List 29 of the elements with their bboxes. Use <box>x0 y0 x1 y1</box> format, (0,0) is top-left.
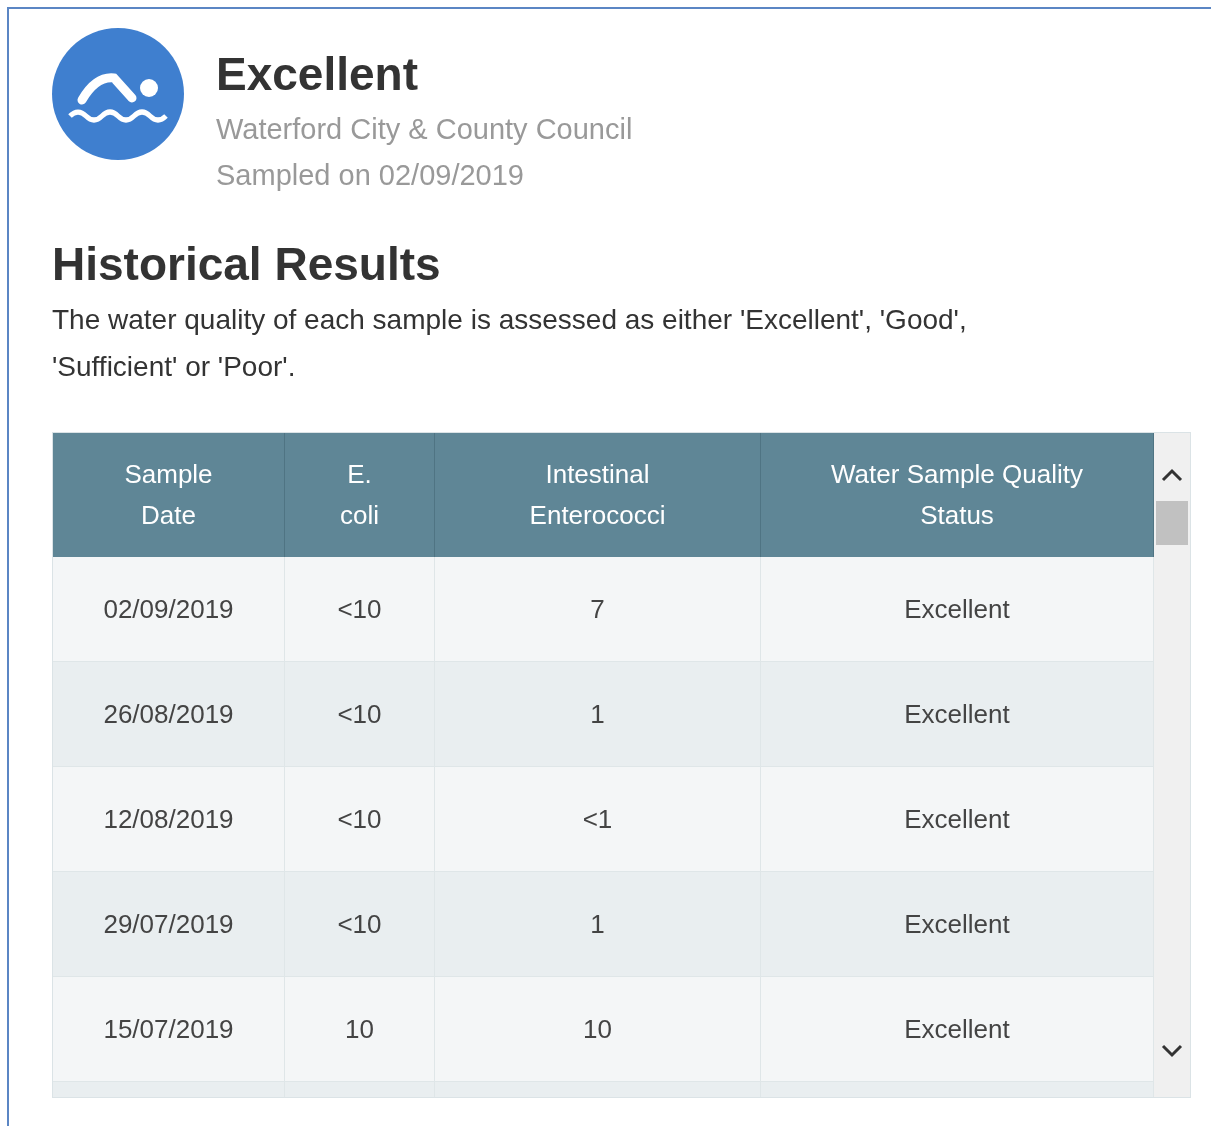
column-header: Intestinal Enterococci <box>528 458 667 532</box>
table-cell: <1 <box>435 767 761 871</box>
table-cell: 1 <box>435 872 761 976</box>
council-name: Waterford City & County Council <box>216 112 633 147</box>
column-header: E. coli <box>339 458 380 532</box>
column-header: Water Sample Quality Status <box>830 458 1084 532</box>
table-cell: <10 <box>285 662 435 766</box>
section-heading: Historical Results <box>52 237 441 292</box>
table-cell: 29/07/2019 <box>53 872 285 976</box>
table-cell: 12/08/2019 <box>53 767 285 871</box>
table-cell: 7 <box>435 557 761 661</box>
scroll-down-icon[interactable] <box>1160 1043 1184 1059</box>
scrollbar-thumb[interactable] <box>1156 501 1188 545</box>
table-cell: 26/08/2019 <box>53 662 285 766</box>
table-cell: 02/09/2019 <box>53 557 285 661</box>
table-cell: 10 <box>435 977 761 1081</box>
swimmer-icon <box>52 28 184 160</box>
column-header: Sample Date <box>123 458 214 532</box>
table-cell: 10 <box>285 977 435 1081</box>
table-cell: 1 <box>435 662 761 766</box>
description-text: The water quality of each sample is assessed as either 'Excellent', 'Good', 'Sufficient' or 'Poor'. <box>52 303 968 384</box>
sampled-date: Sampled on 02/09/2019 <box>216 158 525 193</box>
table-cell: <10 <box>285 557 435 661</box>
scroll-up-icon[interactable] <box>1160 467 1184 483</box>
scrollbar[interactable] <box>1154 433 1190 1097</box>
table-cell: <10 <box>285 767 435 871</box>
table-cell: 15/07/2019 <box>53 977 285 1081</box>
result-title: Excellent <box>216 47 419 102</box>
table-cell: <10 <box>285 872 435 976</box>
